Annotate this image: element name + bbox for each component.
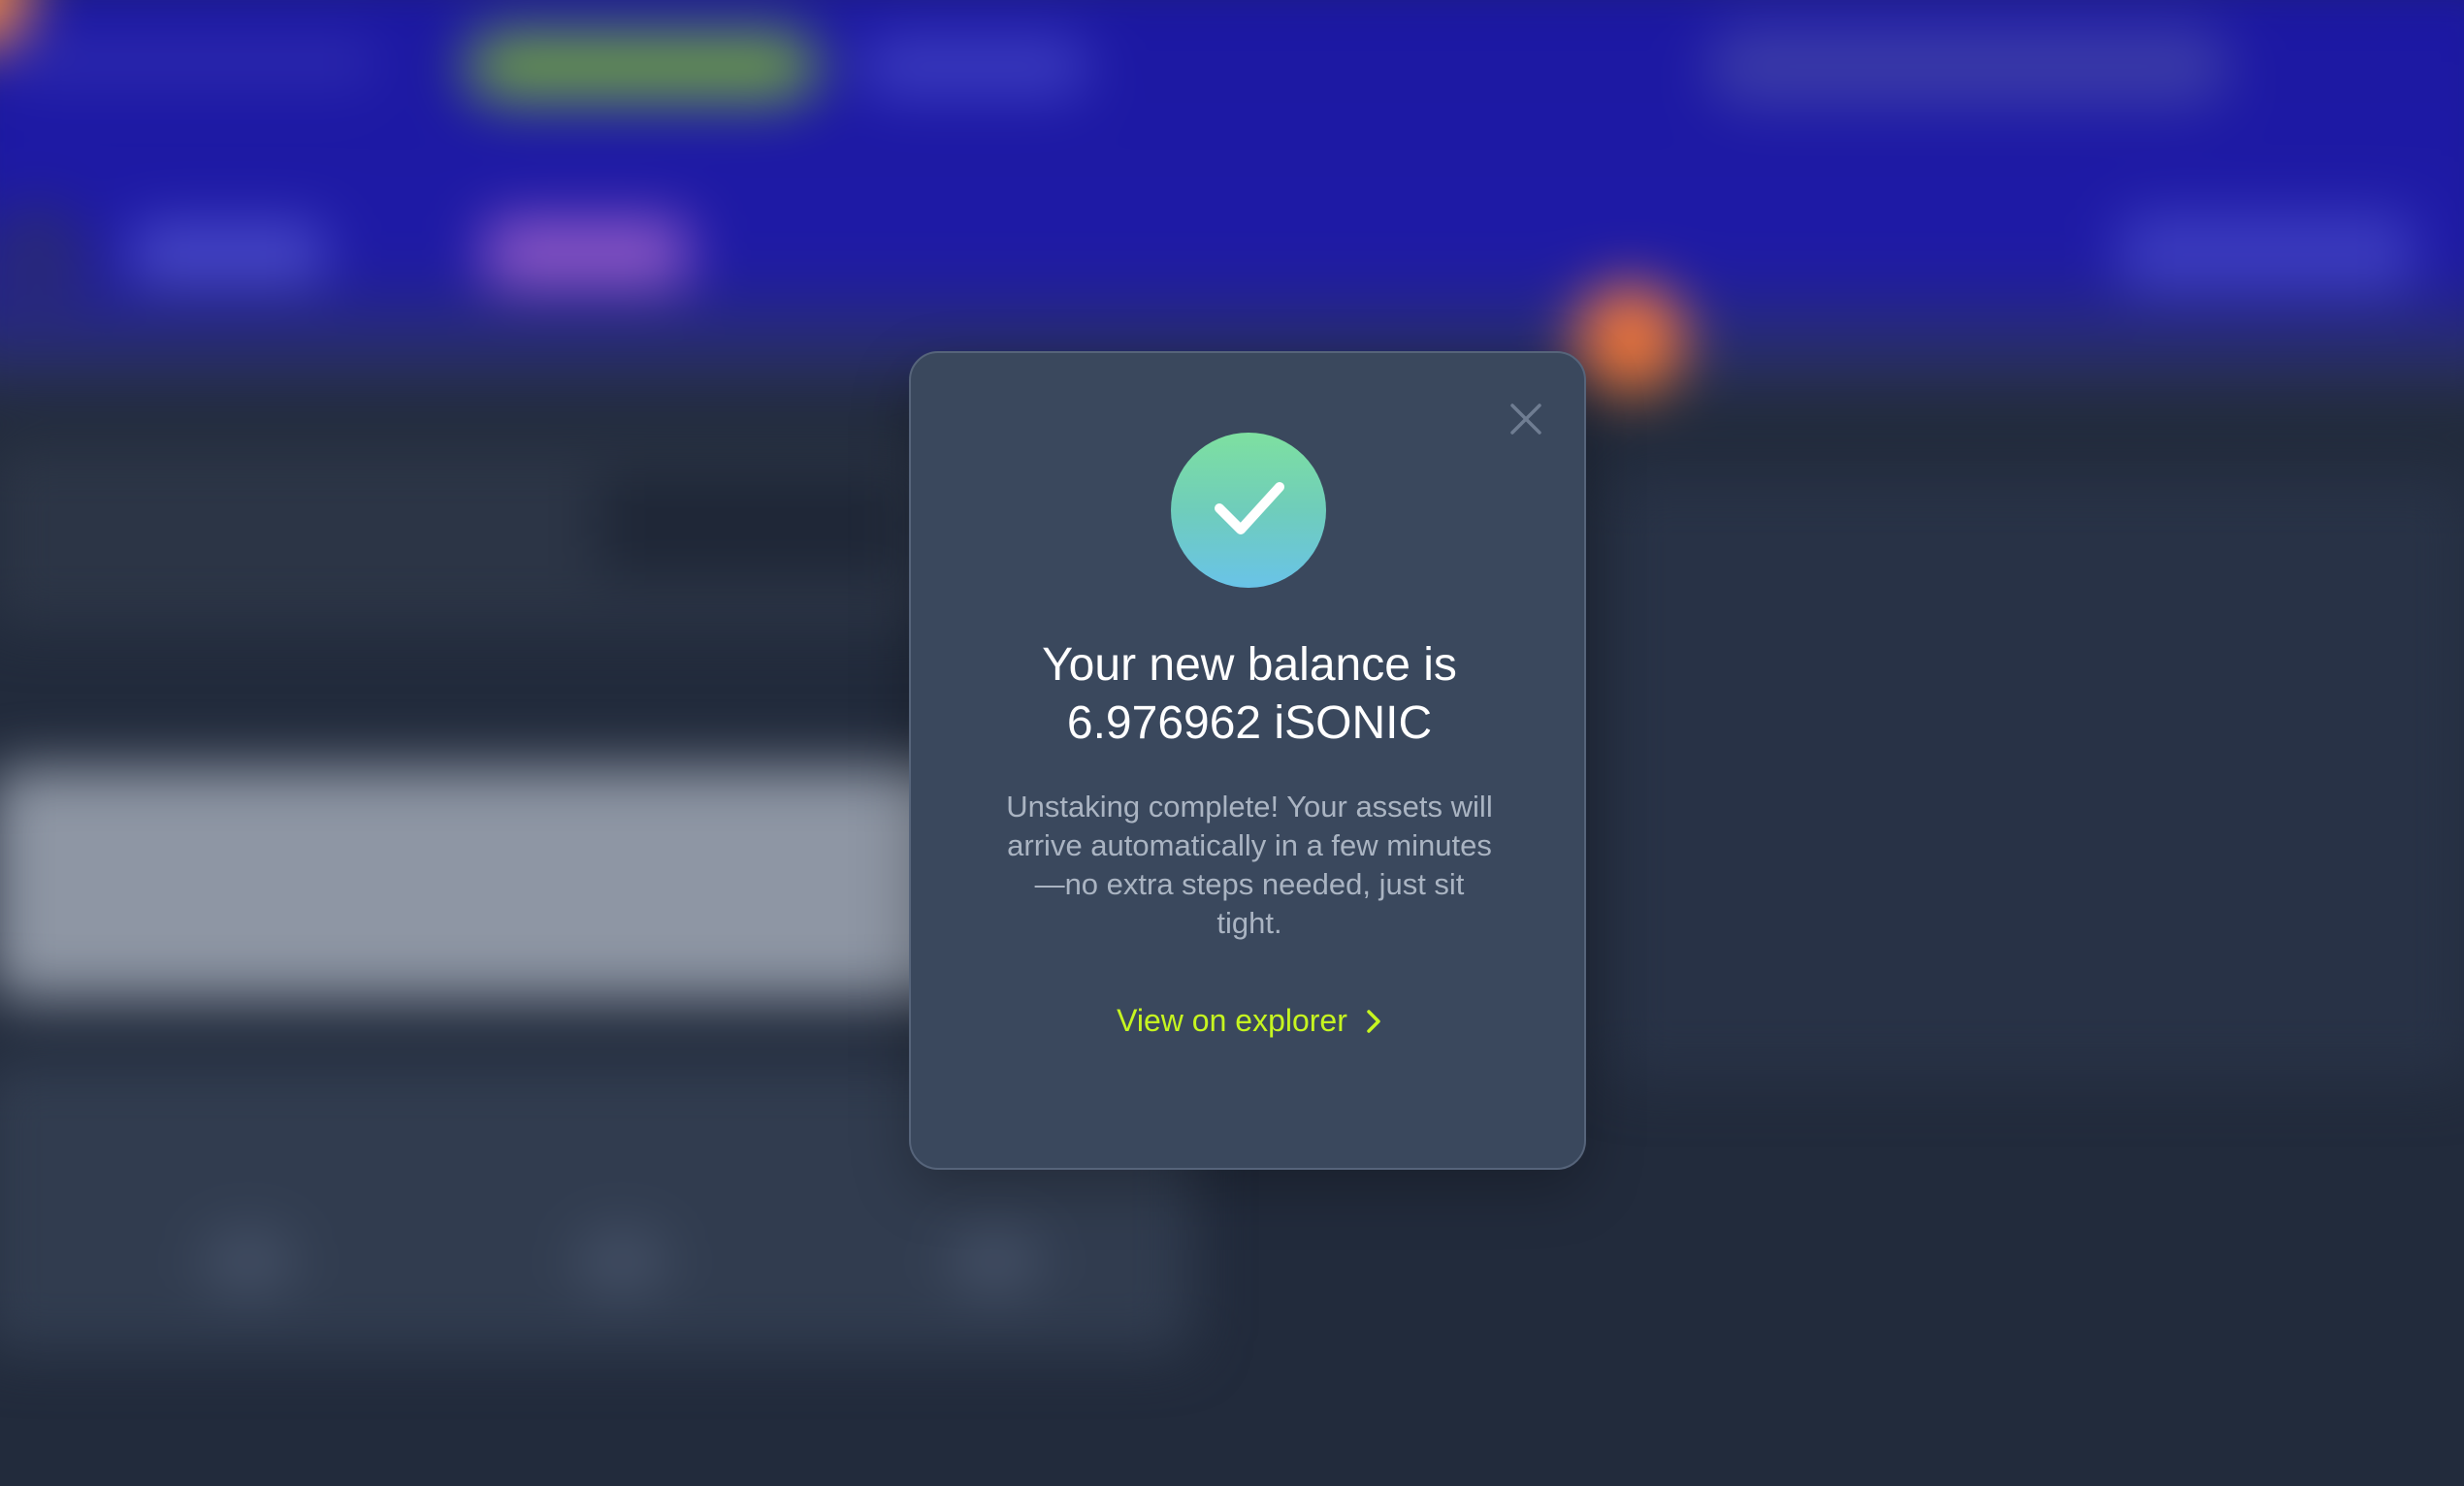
chevron-right-icon [1365,1008,1382,1035]
background-wallet-pill [1705,25,2231,107]
background-token-glow [1574,282,1686,395]
success-modal: Your new balance is 6.976962 iSONIC Unst… [909,351,1586,1170]
explorer-link-label: View on explorer [1117,1003,1347,1038]
background-side-panel [1605,474,2464,1081]
background-nav-pill [859,35,1091,97]
balance-amount: 6.976962 iSONIC [1066,697,1433,749]
close-button[interactable] [1505,398,1547,440]
background-active-tab [485,217,688,288]
background-action-button [2120,211,2413,294]
balance-title: Your new balance is 6.976962 iSONIC [911,636,1588,753]
background-button [203,1231,294,1292]
unstake-description: Unstaking complete! Your assets will arr… [1006,790,1493,940]
close-icon [1510,404,1541,435]
background-strip [596,474,899,576]
background-input-card [0,766,1000,1000]
background-active-nav-pill [465,30,819,102]
background-button [576,1231,667,1292]
success-badge [1171,433,1326,588]
background-tab [132,222,325,283]
background-nav-text [11,41,375,81]
background-button [949,1231,1041,1292]
checkmark-icon [1215,482,1284,534]
balance-title-line1: Your new balance is [1042,639,1457,691]
view-on-explorer-link[interactable]: View on explorer [911,1003,1588,1039]
